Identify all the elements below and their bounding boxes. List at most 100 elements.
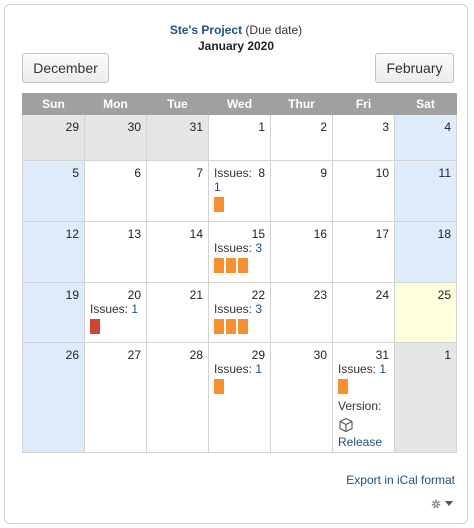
day-number: 7: [196, 166, 203, 180]
calendar-grid: Sun Mon Tue Wed Thur Fri Sat 29 30 31 1 …: [22, 93, 457, 453]
version-link[interactable]: Release: [338, 435, 382, 449]
day-cell: 28: [146, 342, 209, 453]
issues-label: Issues:: [214, 241, 253, 255]
day-number: 14: [189, 227, 203, 241]
weekday-header: Mon: [84, 93, 147, 115]
next-month-button[interactable]: February: [375, 53, 454, 83]
day-cell: 30: [84, 114, 147, 161]
day-number: 29: [251, 348, 265, 362]
day-cell: 16: [270, 221, 333, 283]
issue-bars: [214, 319, 269, 334]
day-number: 12: [65, 227, 79, 241]
issues-summary: Issues: 1: [338, 362, 393, 394]
day-number: 13: [127, 227, 141, 241]
day-cell: 20 Issues: 1: [84, 282, 147, 343]
day-cell: 29 Issues: 1: [208, 342, 271, 453]
day-cell: 10: [332, 160, 395, 222]
issues-count-link[interactable]: 3: [255, 241, 262, 255]
date-mode-label: (Due date): [245, 23, 303, 37]
issues-count-link[interactable]: 1: [255, 362, 262, 376]
weekday-header: Thur: [270, 93, 333, 115]
issues-count-link[interactable]: 1: [214, 180, 221, 194]
day-number: 17: [375, 227, 389, 241]
weekday-header: Sun: [22, 93, 85, 115]
previous-month-button[interactable]: December: [22, 53, 109, 83]
day-cell: 7: [146, 160, 209, 222]
day-number: 21: [189, 288, 203, 302]
day-number: 28: [189, 348, 203, 362]
issue-marker[interactable]: [214, 258, 224, 273]
day-number: 15: [251, 227, 265, 241]
issues-summary: Issues: 1: [90, 302, 145, 334]
issue-marker[interactable]: [226, 319, 236, 334]
issues-summary: Issues: 3: [214, 302, 269, 334]
day-cell: 2: [270, 114, 333, 161]
day-number: 19: [65, 288, 79, 302]
day-number: 16: [313, 227, 327, 241]
weekday-header: Wed: [208, 93, 271, 115]
weekday-header: Tue: [146, 93, 209, 115]
day-number: 30: [127, 120, 141, 134]
chevron-down-icon: [445, 500, 453, 506]
day-cell: 17: [332, 221, 395, 283]
day-cell-today: 25: [394, 282, 457, 343]
issue-marker[interactable]: [90, 319, 100, 334]
day-cell: 24: [332, 282, 395, 343]
issue-bars: [214, 379, 269, 394]
day-number: 10: [375, 166, 389, 180]
day-number: 30: [313, 348, 327, 362]
issues-label: Issues:: [90, 302, 129, 316]
day-number: 1: [444, 348, 451, 362]
issue-bars: [338, 379, 393, 394]
issues-label: Issues:: [214, 302, 253, 316]
day-number: 9: [320, 166, 327, 180]
weekday-header: Fri: [332, 93, 395, 115]
day-number: 31: [189, 120, 203, 134]
issue-marker[interactable]: [214, 319, 224, 334]
gear-icon: [431, 499, 440, 509]
day-number: 1: [258, 120, 265, 134]
issue-marker[interactable]: [214, 379, 224, 394]
day-number: 11: [438, 166, 451, 180]
issues-count-link[interactable]: 1: [131, 302, 138, 316]
issues-label: Issues:: [214, 166, 253, 180]
day-cell: 14: [146, 221, 209, 283]
day-number: 23: [313, 288, 327, 302]
day-cell: 8 Issues: 1: [208, 160, 271, 222]
day-cell: 1: [208, 114, 271, 161]
issue-marker[interactable]: [238, 319, 248, 334]
issues-count-link[interactable]: 3: [255, 302, 262, 316]
day-number: 2: [320, 120, 327, 134]
day-number: 3: [382, 120, 389, 134]
issues-summary: Issues: 1: [214, 166, 269, 212]
day-cell: 23: [270, 282, 333, 343]
day-number: 24: [375, 288, 389, 302]
issue-marker[interactable]: [338, 379, 348, 394]
day-cell: 31 Issues: 1 Version: Release: [332, 342, 395, 453]
weekday-header: Sat: [394, 93, 457, 115]
day-number: 20: [127, 288, 141, 302]
issues-summary: Issues: 3: [214, 241, 269, 273]
issues-summary: Issues: 1: [214, 362, 269, 394]
day-cell: 13: [84, 221, 147, 283]
version-summary: Version: Release: [338, 399, 382, 449]
day-cell: 18: [394, 221, 457, 283]
day-number: 31: [375, 348, 389, 362]
issue-marker[interactable]: [238, 258, 248, 273]
project-link[interactable]: Ste's Project: [170, 23, 242, 37]
issue-bars: [214, 258, 269, 273]
export-ical-link[interactable]: Export in iCal format: [346, 473, 455, 487]
day-cell: 1: [394, 342, 457, 453]
day-cell: 26: [22, 342, 85, 453]
day-cell: 6: [84, 160, 147, 222]
issue-marker[interactable]: [214, 197, 224, 212]
day-cell: 21: [146, 282, 209, 343]
issue-marker[interactable]: [226, 258, 236, 273]
day-number: 18: [437, 227, 451, 241]
issues-count-link[interactable]: 1: [379, 362, 386, 376]
version-label: Version:: [338, 399, 382, 413]
day-number: 29: [65, 120, 79, 134]
day-number: 4: [444, 120, 451, 134]
cube-icon: [339, 417, 353, 433]
settings-menu-button[interactable]: [430, 496, 453, 510]
